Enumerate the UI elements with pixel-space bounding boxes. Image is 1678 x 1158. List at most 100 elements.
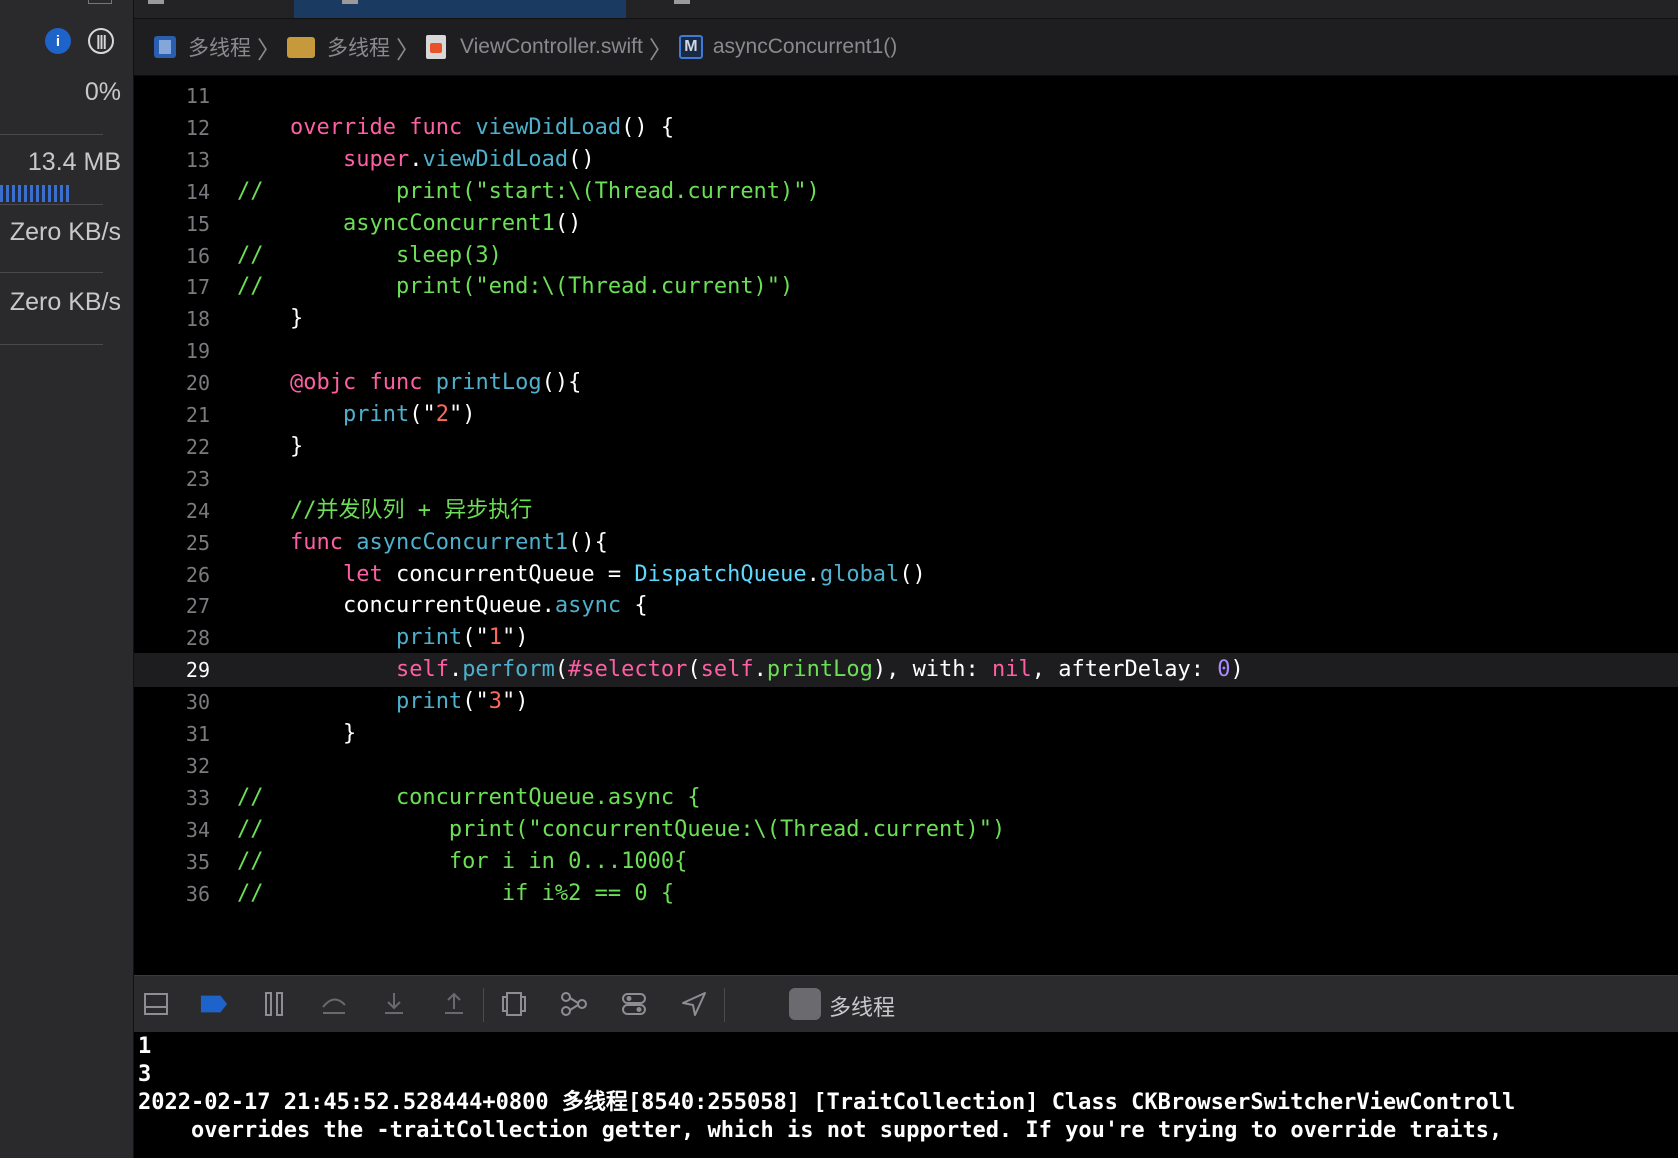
view-debugger-icon[interactable] <box>500 990 528 1018</box>
line-number[interactable]: 30 <box>134 685 210 719</box>
code-line[interactable]: 34 // print("concurrentQueue:\(Thread.cur… <box>134 813 1678 847</box>
code-line[interactable]: 17 // print("end:\(Thread.current)") <box>134 270 1678 304</box>
step-into-icon[interactable] <box>380 990 408 1018</box>
code-line[interactable]: 18 } <box>134 302 1678 336</box>
line-number[interactable]: 12 <box>134 111 210 145</box>
line-number[interactable]: 34 <box>134 813 210 847</box>
memory-gauge-icon[interactable]: ||| <box>88 28 114 54</box>
divider <box>0 134 103 135</box>
tab-active[interactable] <box>294 0 626 18</box>
debug-navigator-panel: i ||| 0% 13.4 MB Zero KB/s Zero KB/s <box>0 0 134 1158</box>
code-text: self.perform(#selector(self.printLog), w… <box>395 657 1244 683</box>
environment-overrides-icon[interactable] <box>620 990 648 1018</box>
step-out-icon[interactable] <box>440 990 468 1018</box>
line-number[interactable]: 36 <box>134 877 210 911</box>
code-line[interactable]: 19 <box>134 334 1678 368</box>
tab-document-icon[interactable] <box>148 0 164 4</box>
code-line[interactable]: 28 print("1") <box>134 621 1678 655</box>
divider <box>0 344 103 345</box>
code-line[interactable]: 22 } <box>134 430 1678 464</box>
line-number[interactable]: 13 <box>134 143 210 177</box>
tab-document-icon[interactable] <box>674 0 690 4</box>
code-line[interactable]: 20 @objc func printLog(){ <box>134 366 1678 400</box>
code-line[interactable]: 31 } <box>134 717 1678 751</box>
line-number[interactable]: 35 <box>134 845 210 879</box>
step-over-icon[interactable] <box>320 990 348 1018</box>
cpu-usage-value[interactable]: 0% <box>85 78 121 107</box>
code-line[interactable]: 16 // sleep(3) <box>134 239 1678 273</box>
code-text: @objc func printLog(){ <box>289 370 582 396</box>
debug-console[interactable]: 1 3 2022-02-17 21:45:52.528444+0800 多线程[85… <box>134 1032 1678 1158</box>
line-number[interactable]: 17 <box>134 270 210 304</box>
project-icon <box>154 36 176 58</box>
line-number[interactable]: 11 <box>134 79 210 113</box>
console-line: 3 <box>138 1062 152 1087</box>
code-text: // print("end:\(Thread.current)") <box>237 274 794 300</box>
code-line[interactable]: 11 <box>134 79 1678 113</box>
line-number[interactable]: 18 <box>134 302 210 336</box>
line-number[interactable]: 24 <box>134 494 210 528</box>
simulate-location-icon[interactable] <box>680 990 708 1018</box>
pause-icon[interactable] <box>260 990 288 1018</box>
tab-document-icon <box>342 0 358 4</box>
line-number[interactable]: 25 <box>134 526 210 560</box>
code-text: // concurrentQueue.async { <box>237 784 701 810</box>
line-number[interactable]: 20 <box>134 366 210 400</box>
code-line[interactable]: 25 func asyncConcurrent1(){ <box>134 526 1678 560</box>
network-usage-value[interactable]: Zero KB/s <box>10 288 121 317</box>
panel-top-edge <box>88 0 112 4</box>
memory-usage-bar <box>0 185 72 202</box>
breadcrumb-label: asyncConcurrent1() <box>712 35 898 58</box>
code-line[interactable]: 15 asyncConcurrent1() <box>134 207 1678 241</box>
breadcrumb-file[interactable]: ViewController.swift <box>426 35 643 59</box>
code-line[interactable]: 27 concurrentQueue.async { <box>134 589 1678 623</box>
line-number[interactable]: 14 <box>134 175 210 209</box>
chevron-right-icon: 〉 <box>396 36 420 64</box>
code-line[interactable]: 14 // print("start:\(Thread.current)") <box>134 175 1678 209</box>
line-number[interactable]: 26 <box>134 558 210 592</box>
memory-graph-icon[interactable] <box>560 990 588 1018</box>
code-text: override func viewDidLoad() { <box>289 114 675 140</box>
line-number[interactable]: 16 <box>134 239 210 273</box>
code-line[interactable]: 26 let concurrentQueue = DispatchQueue.g… <box>134 558 1678 592</box>
memory-usage-value[interactable]: 13.4 MB <box>28 148 121 177</box>
code-line[interactable]: 23 <box>134 462 1678 496</box>
line-number[interactable]: 27 <box>134 589 210 623</box>
line-number[interactable]: 28 <box>134 621 210 655</box>
code-line[interactable]: 36 // if i%2 == 0 { <box>134 877 1678 911</box>
code-line[interactable]: 32 <box>134 749 1678 783</box>
cpu-gauge-icon[interactable]: i <box>45 28 71 54</box>
scheme-label[interactable]: 多线程 <box>829 990 895 1022</box>
code-line[interactable]: 33 // concurrentQueue.async { <box>134 781 1678 815</box>
hide-console-icon[interactable] <box>142 990 170 1018</box>
toolbar-divider <box>483 988 484 1022</box>
source-editor[interactable]: 11 12 override func viewDidLoad() {13 sup… <box>134 77 1678 975</box>
line-number[interactable]: 19 <box>134 334 210 368</box>
console-line: overrides the -traitCollection getter, w… <box>138 1118 1503 1143</box>
console-line: 1 <box>138 1034 152 1059</box>
line-number[interactable]: 33 <box>134 781 210 815</box>
code-line[interactable]: 30 print("3") <box>134 685 1678 719</box>
code-line[interactable]: 13 super.viewDidLoad() <box>134 143 1678 177</box>
code-line[interactable]: 24 //并发队列 + 异步执行 <box>134 494 1678 528</box>
code-line[interactable]: 21 print("2") <box>134 398 1678 432</box>
disk-usage-value[interactable]: Zero KB/s <box>10 218 121 247</box>
code-line[interactable]: 35 // for i in 0...1000{ <box>134 845 1678 879</box>
breakpoints-toggle-icon[interactable] <box>200 990 228 1018</box>
breadcrumb-method[interactable]: M asyncConcurrent1() <box>678 35 898 59</box>
line-number[interactable]: 22 <box>134 430 210 464</box>
line-number[interactable]: 29 <box>134 653 210 687</box>
line-number[interactable]: 32 <box>134 749 210 783</box>
code-line[interactable]: 12 override func viewDidLoad() { <box>134 111 1678 145</box>
chevron-right-icon: 〉 <box>648 36 673 64</box>
divider <box>0 272 103 273</box>
line-number[interactable]: 21 <box>134 398 210 432</box>
line-number[interactable]: 31 <box>134 717 210 751</box>
breadcrumb-project[interactable]: 多线程 <box>154 32 251 62</box>
code-line-current[interactable]: 29 self.perform(#selector(self.printLog)… <box>134 653 1678 688</box>
jump-bar: 多线程 〉 多线程 〉 ViewController.swift 〉 M asy… <box>134 19 1678 76</box>
breadcrumb-folder[interactable]: 多线程 <box>287 32 390 62</box>
app-scheme-icon[interactable] <box>789 988 821 1020</box>
line-number[interactable]: 23 <box>134 462 210 496</box>
line-number[interactable]: 15 <box>134 207 210 241</box>
